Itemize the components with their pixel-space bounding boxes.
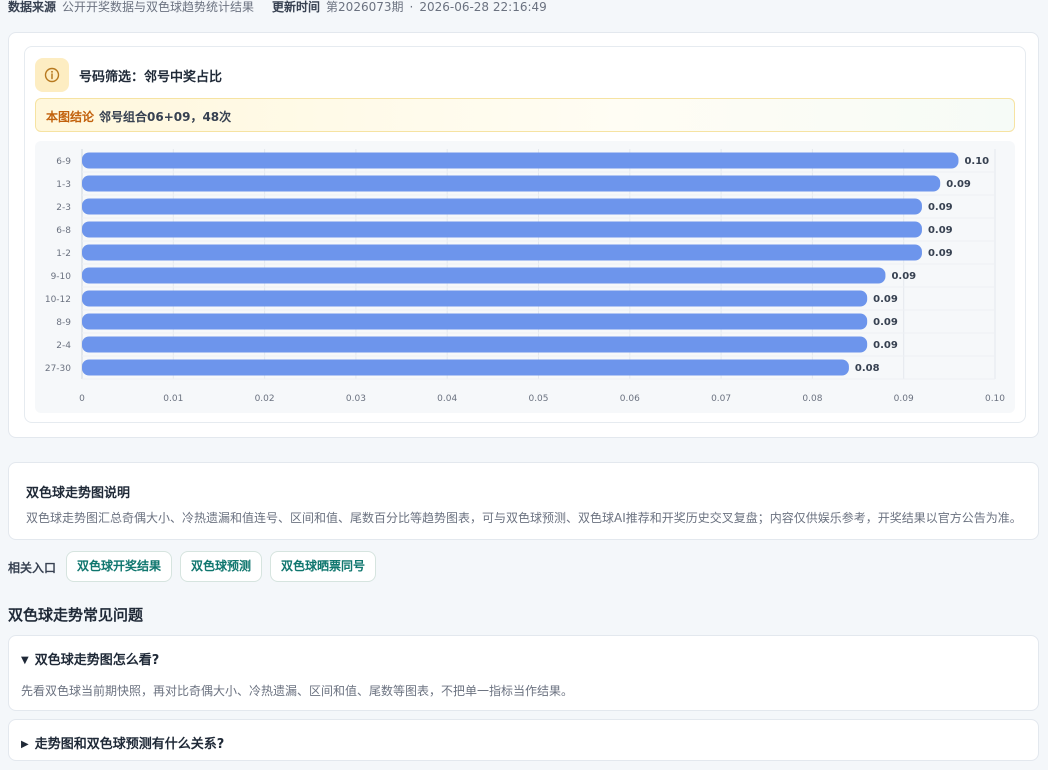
faq-question[interactable]: ▼ 双色球走势图怎么看? (21, 649, 159, 668)
faq-heading: 双色球走势常见问题 (8, 606, 144, 624)
link-prediction[interactable]: 双色球预测 (180, 551, 263, 582)
x-tick-label: 0.09 (894, 394, 914, 404)
chart-card: 号码筛选：邻号中奖占比 本图结论 邻号组合06+09，48次 0 0.01 0.02… (24, 46, 1026, 423)
x-tick-label: 0.02 (255, 394, 275, 404)
conclusion-label: 本图结论 (46, 110, 95, 124)
bar (82, 313, 868, 330)
x-tick-label: 0.06 (620, 394, 640, 404)
data-label: 0.09 (873, 317, 898, 328)
data-label: 0.09 (928, 225, 953, 236)
link-shared-tickets[interactable]: 双色球晒票同号 (270, 551, 377, 582)
y-tick-label: 1-2 (56, 249, 71, 259)
data-label: 0.09 (946, 179, 971, 190)
data-label: 0.09 (873, 340, 898, 351)
link-draw-results[interactable]: 双色球开奖结果 (66, 551, 173, 582)
separator-dot: · (409, 0, 414, 14)
y-tick-label: 9-10 (51, 272, 72, 282)
bar (82, 290, 868, 307)
update-datetime: 2026-06-28 22:16:49 (419, 0, 547, 14)
bar (82, 221, 922, 238)
bar (82, 267, 886, 284)
data-label: 0.09 (891, 271, 916, 282)
bar (82, 244, 922, 261)
y-tick-label: 2-3 (56, 203, 71, 213)
faq-question[interactable]: ▶ 走势图和双色球预测有什么关系? (21, 733, 224, 752)
bar (82, 359, 849, 376)
y-tick-label: 8-9 (56, 318, 71, 328)
faq-question-text: 双色球走势图怎么看? (34, 653, 160, 668)
source-value: 公开开奖数据与双色球趋势统计结果 (62, 0, 255, 14)
y-tick-label: 6-9 (56, 157, 71, 167)
x-tick-label: 0.05 (528, 394, 548, 404)
faq-answer: 先看双色球当前期快照，再对比奇偶大小、冷热遗漏、区间和值、尾数等图表，不把单一指… (21, 684, 574, 698)
chart-section: 号码筛选：邻号中奖占比 本图结论 邻号组合06+09，48次 0 0.01 0.02… (8, 32, 1039, 438)
y-tick-label: 2-4 (56, 341, 71, 351)
faq-item-closed[interactable]: ▶ 走势图和双色球预测有什么关系? (8, 719, 1039, 761)
chart-card-title: 号码筛选：邻号中奖占比 (79, 70, 223, 85)
data-label: 0.08 (855, 363, 880, 374)
bar (82, 336, 868, 353)
data-label: 0.09 (928, 202, 953, 213)
update-label: 更新时间 (272, 0, 321, 14)
x-tick-label: 0 (79, 394, 85, 404)
explanation-title: 双色球走势图说明 (26, 486, 131, 501)
data-label: 0.09 (873, 294, 898, 305)
issue-number: 第2026073期 (326, 0, 404, 14)
faq-question-text: 走势图和双色球预测有什么关系? (34, 737, 225, 752)
y-tick-label: 1-3 (56, 180, 71, 190)
x-tick-label: 0.03 (346, 394, 366, 404)
data-label: 0.09 (928, 248, 953, 259)
conclusion-banner: 本图结论 邻号组合06+09，48次 (35, 98, 1015, 132)
y-tick-label: 6-8 (56, 226, 71, 236)
x-tick-label: 0.08 (802, 394, 822, 404)
bar (82, 152, 959, 169)
trend-explanation-card: 双色球走势图说明 双色球走势图汇总奇偶大小、冷热遗漏和值连号、区间和值、尾数百分… (8, 462, 1039, 540)
bar (82, 198, 922, 215)
faq-item-open[interactable]: ▼ 双色球走势图怎么看? 先看双色球当前期快照，再对比奇偶大小、冷热遗漏、区间和值… (8, 635, 1039, 711)
x-tick-label: 0.07 (711, 394, 731, 404)
x-tick-label: 0.01 (163, 394, 183, 404)
explanation-text: 双色球走势图汇总奇偶大小、冷热遗漏和值连号、区间和值、尾数百分比等趋势图表，可与… (26, 511, 1022, 525)
related-label: 相关入口 (8, 561, 57, 575)
source-label: 数据来源 (8, 0, 57, 14)
caret-right-icon: ▶ (21, 739, 29, 750)
x-tick-label: 0.10 (985, 394, 1005, 404)
y-tick-label: 10-12 (45, 295, 71, 305)
bar (82, 175, 941, 192)
bar-chart: 0 0.01 0.02 0.03 0.04 0.05 0.06 0.07 0.08 0.09 0.1… (35, 141, 1015, 413)
bar-chart-svg: 0 0.01 0.02 0.03 0.04 0.05 0.06 0.07 0.08 0.09 0.1… (45, 149, 1005, 404)
conclusion-text: 邻号组合06+09，48次 (99, 110, 232, 124)
data-label: 0.10 (964, 156, 989, 167)
x-tick-label: 0.04 (437, 394, 457, 404)
y-tick-label: 27-30 (45, 364, 71, 374)
data-source-bar: 数据来源 公开开奖数据与双色球趋势统计结果 更新时间 第2026073期 · 2026-0… (8, 0, 547, 14)
info-icon (35, 58, 69, 92)
caret-down-icon: ▼ (21, 655, 29, 666)
